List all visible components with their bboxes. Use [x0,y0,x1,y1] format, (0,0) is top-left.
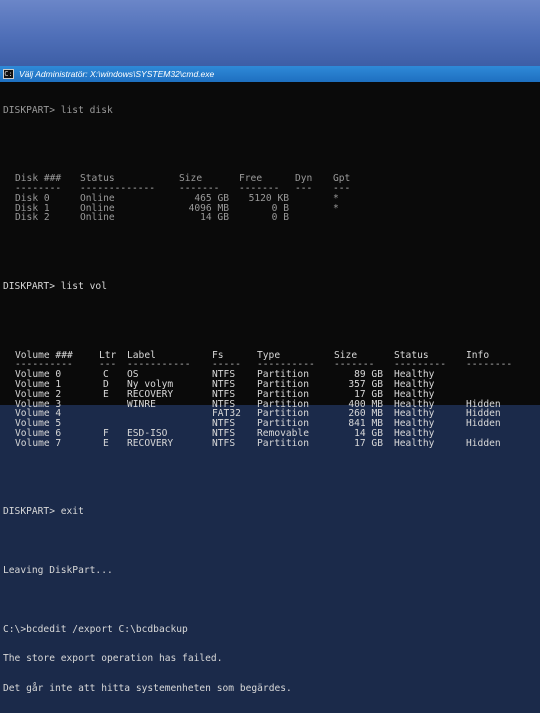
command-line: C:\>bcdedit /export C:\bcdbackup [3,623,188,635]
table-cell: Hidden [466,398,501,410]
table-row: Disk 2 Online 14 GB 0 B [3,213,535,223]
table-cell: Healthy [394,408,435,420]
table-cell: FAT32 [212,408,241,420]
command-line: DISKPART> exit [3,506,84,518]
table-cell: --- [295,182,313,194]
cmd-window[interactable]: C: Välj Administratör: X:\windows\SYSTEM… [0,66,540,693]
cmd-icon: C: [3,69,14,79]
table-cell: 14 GB [200,212,229,224]
table-cell: Partition [257,437,309,449]
window-titlebar[interactable]: C: Välj Administratör: X:\windows\SYSTEM… [0,66,540,82]
table-cell: * [333,202,339,214]
table-cell: Disk 2 [15,212,50,224]
table-cell: 17 GB [354,437,383,449]
table-cell: Healthy [394,418,435,430]
table-cell: E [103,388,109,400]
window-title: Välj Administratör: X:\windows\SYSTEM32\… [19,69,215,79]
table-cell: 841 MB [348,418,383,430]
volume-table: Volume ### Ltr Label Fs Type Size Status Info --… [3,350,535,449]
table-cell: Healthy [394,427,435,439]
table-cell: Volume 4 [15,408,62,420]
error-message: The store export operation has failed. [3,653,223,665]
table-cell: Removable [257,427,309,439]
table-cell: Online [80,212,115,224]
table-row: Volume 7 E RECOVERY NTFS Partition 17 GB Healt… [3,437,535,449]
table-row: Volume 3 WINRE NTFS Partition 400 MB Healthy H… [3,398,535,410]
table-row: Volume 6 F ESD-ISO NTFS Removable 14 GB Health… [3,429,535,439]
table-cell: NTFS [212,418,236,430]
table-cell: ESD-ISO [127,427,168,439]
table-cell: Partition [257,398,309,410]
table-cell: 260 MB [348,408,383,420]
table-cell: Volume 5 [15,418,62,430]
table-cell: Volume 7 [15,437,62,449]
table-cell: F [103,427,109,439]
console-output[interactable]: DISKPART> list disk Disk ### Status Size Fr… [3,86,535,693]
command-line: DISKPART> list disk [3,104,113,116]
table-cell: NTFS [212,437,236,449]
table-cell: 14 GB [354,427,383,439]
table-cell: NTFS [212,398,236,410]
table-cell: 0 B [271,212,289,224]
table-row: Volume 5 NTFS Partition 841 MB Healthy Hidden [3,419,535,429]
table-cell: E [103,437,109,449]
table-cell: Volume 3 [15,398,62,410]
disk-table: Disk ### Status Size Free Dyn Gpt -------- ----… [3,174,535,223]
table-cell: Healthy [394,437,435,449]
table-cell: RECOVERY [127,437,174,449]
table-cell: 400 MB [348,398,383,410]
table-cell: Hidden [466,408,501,420]
table-cell: Hidden [466,437,501,449]
desktop-background [0,0,540,66]
status-text: Leaving DiskPart... [3,565,113,577]
table-cell: Hidden [466,418,501,430]
table-cell: Partition [257,408,309,420]
table-cell: -------- [466,359,513,371]
table-cell: WINRE [127,398,156,410]
table-row: Volume 4 FAT32 Partition 260 MB Healthy Hidde… [3,409,535,419]
table-cell: Partition [257,418,309,430]
command-line: DISKPART> list vol [3,280,107,292]
table-cell: Volume 6 [15,427,62,439]
table-cell: NTFS [212,427,236,439]
table-cell: Healthy [394,398,435,410]
error-message: Det går inte att hitta systemenheten som… [3,682,292,694]
